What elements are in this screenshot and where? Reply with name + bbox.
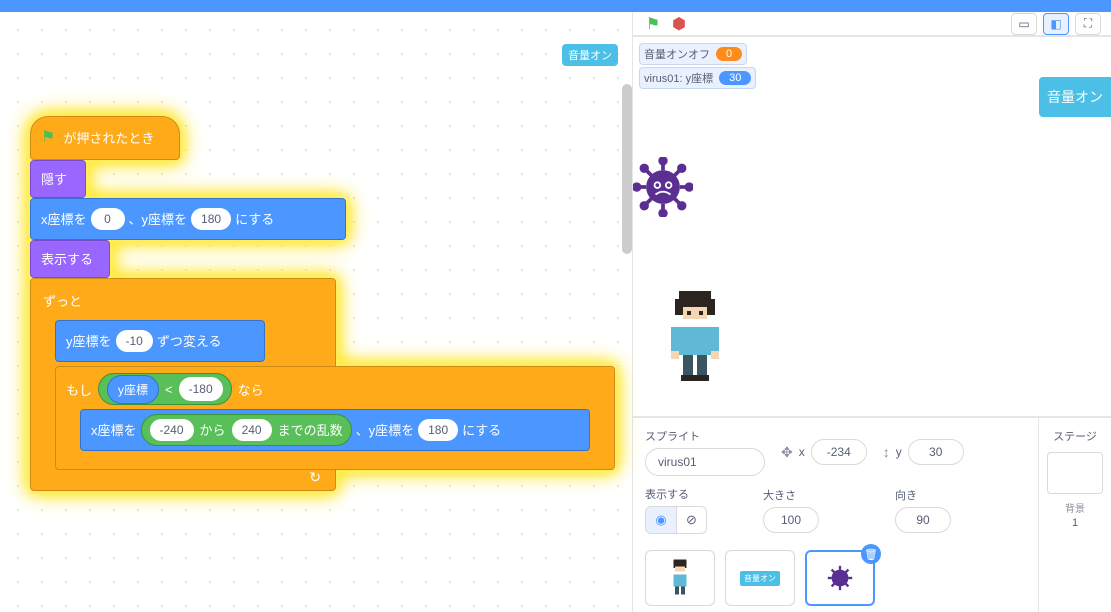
changey-prefix: y座標を	[66, 335, 112, 348]
block-show[interactable]: 表示する	[30, 240, 110, 278]
reporter-y-position[interactable]: y座標	[107, 375, 159, 404]
monitor-sound-toggle[interactable]: 音量オンオフ 0	[639, 43, 747, 65]
virus-icon	[633, 157, 693, 217]
delete-sprite-button[interactable]: 🗑	[861, 544, 881, 564]
monitor-sound-label: 音量オンオフ	[644, 46, 710, 62]
main: 音量オン ⚑ が押されたとき 隠す x座標を 0 、y座標を 180 にする	[0, 12, 1111, 612]
hat-when-flag-clicked[interactable]: ⚑ が押されたとき	[30, 116, 180, 160]
stage-size-normal-button[interactable]: ◧	[1043, 13, 1069, 35]
x-label: x	[799, 445, 805, 459]
show-label: 表示する	[41, 253, 93, 266]
stage[interactable]: 音量オンオフ 0 virus01: y座標 30 音量オン	[633, 37, 1111, 417]
goto-suffix: にする	[235, 213, 274, 226]
monitor-virus-y-value: 30	[719, 71, 751, 85]
visible-hide-button[interactable]: ⊘	[676, 507, 706, 533]
green-flag-button[interactable]: ⚑	[643, 14, 663, 34]
monitor-virus-y[interactable]: virus01: y座標 30	[639, 67, 756, 89]
block-change-y[interactable]: y座標を -10 ずつ変える	[55, 320, 265, 362]
lt-right-input[interactable]: -180	[179, 377, 223, 401]
sprite-direction-input[interactable]	[895, 507, 951, 533]
scrollbar[interactable]	[622, 84, 632, 254]
eye-off-icon: ⊘	[686, 512, 697, 528]
stage-thumb[interactable]	[1047, 452, 1103, 494]
goto2-mid: 、y座標を	[356, 424, 415, 437]
visible-label: 表示する	[645, 486, 707, 502]
rand-b-input[interactable]: 240	[232, 419, 272, 441]
stage-label: ステージ	[1045, 428, 1105, 444]
block-goto-xy[interactable]: x座標を 0 、y座標を 180 にする	[30, 198, 346, 240]
sprite-virus01[interactable]	[633, 157, 693, 217]
rand-a-input[interactable]: -240	[150, 419, 194, 441]
sprite-x-input[interactable]	[811, 439, 867, 465]
size-label: 大きさ	[763, 487, 819, 503]
visible-show-button[interactable]: ◉	[646, 507, 676, 533]
changey-input[interactable]: -10	[116, 330, 153, 352]
sound-on-button[interactable]: 音量オン	[1039, 77, 1111, 117]
player-thumb-icon	[663, 558, 697, 598]
forever-label: ずっと	[41, 287, 325, 312]
backdrop-count: 1	[1045, 517, 1105, 529]
sprite-list: 音量オン 🗑	[645, 544, 1026, 606]
hide-label: 隠す	[41, 173, 67, 186]
trash-icon: 🗑	[864, 548, 878, 561]
monitor-virus-y-label: virus01: y座標	[644, 70, 713, 86]
goto2-y-input[interactable]: 180	[418, 419, 458, 441]
backdrop-label: 背景	[1045, 500, 1105, 515]
goto-mid: 、y座標を	[129, 213, 188, 226]
block-stack[interactable]: ⚑ が押されたとき 隠す x座標を 0 、y座標を 180 にする 表示する ず	[30, 116, 346, 491]
sprite-size-input[interactable]	[763, 507, 819, 533]
changey-suffix: ずつ変える	[157, 335, 222, 348]
goto-prefix: x座標を	[41, 213, 87, 226]
goto2-prefix: x座標を	[91, 424, 137, 437]
loop-arrow-icon: ↻	[309, 469, 321, 486]
xy-arrows-icon: ✥	[781, 444, 793, 461]
virus-thumb-icon	[825, 563, 855, 593]
stage-size-full-button[interactable]: ⛶	[1075, 13, 1101, 35]
sprite-thumb-virus01[interactable]: 🗑	[805, 550, 875, 606]
stage-size-small-button[interactable]: ▭	[1011, 13, 1037, 35]
block-forever[interactable]: ずっと y座標を -10 ずつ変える もし y座標	[30, 278, 336, 491]
direction-label: 向き	[895, 487, 951, 503]
sound-thumb-icon: 音量オン	[740, 571, 780, 586]
sprite-label: スプライト	[645, 428, 765, 444]
if-prefix: もし	[66, 380, 92, 399]
sound-chip[interactable]: 音量オン	[562, 44, 618, 66]
hat-label: が押されたとき	[63, 132, 154, 145]
operator-less-than[interactable]: y座標 < -180	[98, 373, 232, 405]
if-suffix: なら	[238, 380, 264, 399]
sprite-y-input[interactable]	[908, 439, 964, 465]
monitor-sound-value: 0	[716, 47, 742, 61]
operator-random[interactable]: -240 から 240 までの乱数	[141, 414, 352, 446]
block-hide[interactable]: 隠す	[30, 160, 86, 198]
visibility-toggle[interactable]: ◉ ⊘	[645, 506, 707, 534]
script-area[interactable]: 音量オン ⚑ が押されたとき 隠す x座標を 0 、y座標を 180 にする	[0, 12, 632, 612]
lt-op: <	[165, 382, 173, 397]
eye-icon: ◉	[655, 512, 666, 528]
goto-x-input[interactable]: 0	[91, 208, 125, 230]
rand-mid: から	[200, 424, 226, 437]
goto2-suffix: にする	[462, 424, 501, 437]
sprite-name-input[interactable]	[645, 448, 765, 476]
y-label: y	[896, 445, 902, 459]
block-goto-xy-2[interactable]: x座標を -240 から 240 までの乱数 、y座標を 180 にする	[80, 409, 590, 451]
sprite-thumb-player[interactable]	[645, 550, 715, 606]
stop-button[interactable]: ⬢	[669, 14, 689, 34]
stage-info: ステージ 背景 1	[1039, 418, 1111, 612]
green-flag-icon: ⚑	[41, 130, 55, 146]
block-if[interactable]: もし y座標 < -180 なら x座標を	[55, 366, 615, 470]
sprite-thumb-sound[interactable]: 音量オン	[725, 550, 795, 606]
stage-header: ⚑ ⬢ ▭ ◧ ⛶	[633, 12, 1111, 37]
right-panel: ⚑ ⬢ ▭ ◧ ⛶ 音量オンオフ 0 virus01: y座標 30 音量オン	[632, 12, 1111, 612]
rand-suffix: までの乱数	[278, 424, 343, 437]
player-icon	[663, 287, 727, 383]
y-arrows-icon: ↕	[883, 444, 890, 460]
sprite-info: スプライト ✥ x ↕ y 表示	[633, 418, 1039, 612]
app-topbar	[0, 0, 1111, 12]
sprite-player[interactable]	[663, 287, 727, 388]
goto-y-input[interactable]: 180	[191, 208, 231, 230]
sprite-panel: スプライト ✥ x ↕ y 表示	[633, 417, 1111, 612]
